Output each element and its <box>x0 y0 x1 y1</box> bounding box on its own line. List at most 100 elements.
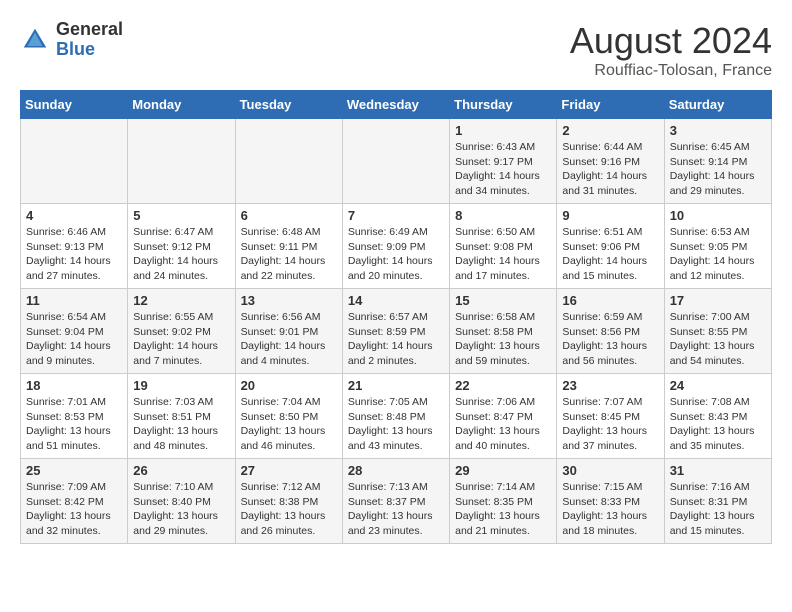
title-section: August 2024 Rouffiac-Tolosan, France <box>570 20 772 80</box>
day-number: 5 <box>133 208 229 223</box>
day-number: 7 <box>348 208 444 223</box>
day-number: 26 <box>133 463 229 478</box>
week-row-2: 4 Sunrise: 6:46 AM Sunset: 9:13 PM Daylig… <box>21 204 772 289</box>
calendar-cell: 10 Sunrise: 6:53 AM Sunset: 9:05 PM Dayli… <box>664 204 771 289</box>
calendar-cell: 16 Sunrise: 6:59 AM Sunset: 8:56 PM Dayli… <box>557 289 664 374</box>
calendar-cell: 3 Sunrise: 6:45 AM Sunset: 9:14 PM Daylig… <box>664 119 771 204</box>
day-info: Sunrise: 7:04 AM Sunset: 8:50 PM Dayligh… <box>241 395 337 454</box>
day-number: 8 <box>455 208 551 223</box>
day-info: Sunrise: 6:50 AM Sunset: 9:08 PM Dayligh… <box>455 225 551 284</box>
day-info: Sunrise: 7:00 AM Sunset: 8:55 PM Dayligh… <box>670 310 766 369</box>
week-row-4: 18 Sunrise: 7:01 AM Sunset: 8:53 PM Dayli… <box>21 374 772 459</box>
day-number: 27 <box>241 463 337 478</box>
day-info: Sunrise: 7:16 AM Sunset: 8:31 PM Dayligh… <box>670 480 766 539</box>
day-info: Sunrise: 6:43 AM Sunset: 9:17 PM Dayligh… <box>455 140 551 199</box>
day-number: 25 <box>26 463 122 478</box>
day-info: Sunrise: 7:01 AM Sunset: 8:53 PM Dayligh… <box>26 395 122 454</box>
day-info: Sunrise: 7:05 AM Sunset: 8:48 PM Dayligh… <box>348 395 444 454</box>
month-title: August 2024 <box>570 20 772 62</box>
calendar-cell: 13Sunrise: 6:56 AM Sunset: 9:01 PM Dayli… <box>235 289 342 374</box>
day-number: 21 <box>348 378 444 393</box>
day-info: Sunrise: 6:59 AM Sunset: 8:56 PM Dayligh… <box>562 310 658 369</box>
calendar-cell: 22 Sunrise: 7:06 AM Sunset: 8:47 PM Dayli… <box>450 374 557 459</box>
day-number: 19 <box>133 378 229 393</box>
day-info: Sunrise: 7:14 AM Sunset: 8:35 PM Dayligh… <box>455 480 551 539</box>
day-info: Sunrise: 6:53 AM Sunset: 9:05 PM Dayligh… <box>670 225 766 284</box>
day-info: Sunrise: 7:08 AM Sunset: 8:43 PM Dayligh… <box>670 395 766 454</box>
day-number: 3 <box>670 123 766 138</box>
header-saturday: Saturday <box>664 91 771 119</box>
day-number: 16 <box>562 293 658 308</box>
page-header: General Blue August 2024 Rouffiac-Tolosa… <box>20 20 772 80</box>
logo-blue: Blue <box>56 40 123 60</box>
calendar-cell: 11 Sunrise: 6:54 AM Sunset: 9:04 PM Dayli… <box>21 289 128 374</box>
day-number: 15 <box>455 293 551 308</box>
day-number: 18 <box>26 378 122 393</box>
day-number: 24 <box>670 378 766 393</box>
day-info: Sunrise: 6:57 AM Sunset: 8:59 PM Dayligh… <box>348 310 444 369</box>
day-info: Sunrise: 7:13 AM Sunset: 8:37 PM Dayligh… <box>348 480 444 539</box>
day-number: 14 <box>348 293 444 308</box>
day-number: 22 <box>455 378 551 393</box>
calendar-table: SundayMondayTuesdayWednesdayThursdayFrid… <box>20 90 772 544</box>
calendar-cell: 29 Sunrise: 7:14 AM Sunset: 8:35 PM Dayli… <box>450 459 557 544</box>
day-info: Sunrise: 6:46 AM Sunset: 9:13 PM Dayligh… <box>26 225 122 284</box>
calendar-cell: 18 Sunrise: 7:01 AM Sunset: 8:53 PM Dayli… <box>21 374 128 459</box>
logo: General Blue <box>20 20 123 60</box>
header-monday: Monday <box>128 91 235 119</box>
calendar-cell <box>342 119 449 204</box>
header-thursday: Thursday <box>450 91 557 119</box>
day-number: 29 <box>455 463 551 478</box>
day-number: 2 <box>562 123 658 138</box>
day-number: 31 <box>670 463 766 478</box>
day-number: 20 <box>241 378 337 393</box>
week-row-3: 11 Sunrise: 6:54 AM Sunset: 9:04 PM Dayli… <box>21 289 772 374</box>
day-info: Sunrise: 6:55 AM Sunset: 9:02 PM Dayligh… <box>133 310 229 369</box>
calendar-cell: 24 Sunrise: 7:08 AM Sunset: 8:43 PM Dayli… <box>664 374 771 459</box>
day-info: Sunrise: 6:44 AM Sunset: 9:16 PM Dayligh… <box>562 140 658 199</box>
calendar-cell: 8 Sunrise: 6:50 AM Sunset: 9:08 PM Daylig… <box>450 204 557 289</box>
header-tuesday: Tuesday <box>235 91 342 119</box>
calendar-cell: 14 Sunrise: 6:57 AM Sunset: 8:59 PM Dayli… <box>342 289 449 374</box>
header-sunday: Sunday <box>21 91 128 119</box>
calendar-cell: 20 Sunrise: 7:04 AM Sunset: 8:50 PM Dayli… <box>235 374 342 459</box>
calendar-cell: 26Sunrise: 7:10 AM Sunset: 8:40 PM Dayli… <box>128 459 235 544</box>
calendar-cell: 19 Sunrise: 7:03 AM Sunset: 8:51 PM Dayli… <box>128 374 235 459</box>
week-row-1: 1 Sunrise: 6:43 AM Sunset: 9:17 PM Daylig… <box>21 119 772 204</box>
location: Rouffiac-Tolosan, France <box>570 62 772 80</box>
header-friday: Friday <box>557 91 664 119</box>
calendar-cell: 17 Sunrise: 7:00 AM Sunset: 8:55 PM Dayli… <box>664 289 771 374</box>
day-info: Sunrise: 6:56 AM Sunset: 9:01 PM Dayligh… <box>241 310 337 369</box>
day-info: Sunrise: 7:06 AM Sunset: 8:47 PM Dayligh… <box>455 395 551 454</box>
day-info: Sunrise: 7:07 AM Sunset: 8:45 PM Dayligh… <box>562 395 658 454</box>
day-info: Sunrise: 6:45 AM Sunset: 9:14 PM Dayligh… <box>670 140 766 199</box>
logo-text: General Blue <box>56 20 123 60</box>
day-number: 11 <box>26 293 122 308</box>
calendar-cell: 1 Sunrise: 6:43 AM Sunset: 9:17 PM Daylig… <box>450 119 557 204</box>
day-number: 10 <box>670 208 766 223</box>
week-row-5: 25 Sunrise: 7:09 AM Sunset: 8:42 PM Dayli… <box>21 459 772 544</box>
calendar-cell: 12Sunrise: 6:55 AM Sunset: 9:02 PM Dayli… <box>128 289 235 374</box>
day-info: Sunrise: 6:48 AM Sunset: 9:11 PM Dayligh… <box>241 225 337 284</box>
day-info: Sunrise: 7:03 AM Sunset: 8:51 PM Dayligh… <box>133 395 229 454</box>
day-info: Sunrise: 7:15 AM Sunset: 8:33 PM Dayligh… <box>562 480 658 539</box>
day-info: Sunrise: 6:47 AM Sunset: 9:12 PM Dayligh… <box>133 225 229 284</box>
calendar-cell: 9Sunrise: 6:51 AM Sunset: 9:06 PM Daylig… <box>557 204 664 289</box>
day-number: 17 <box>670 293 766 308</box>
day-number: 1 <box>455 123 551 138</box>
day-number: 23 <box>562 378 658 393</box>
logo-icon <box>20 25 50 55</box>
day-info: Sunrise: 6:54 AM Sunset: 9:04 PM Dayligh… <box>26 310 122 369</box>
logo-general: General <box>56 20 123 40</box>
calendar-cell: 21 Sunrise: 7:05 AM Sunset: 8:48 PM Dayli… <box>342 374 449 459</box>
calendar-cell: 6 Sunrise: 6:48 AM Sunset: 9:11 PM Daylig… <box>235 204 342 289</box>
day-number: 6 <box>241 208 337 223</box>
day-number: 9 <box>562 208 658 223</box>
day-info: Sunrise: 6:58 AM Sunset: 8:58 PM Dayligh… <box>455 310 551 369</box>
day-number: 30 <box>562 463 658 478</box>
day-info: Sunrise: 7:09 AM Sunset: 8:42 PM Dayligh… <box>26 480 122 539</box>
calendar-cell: 28Sunrise: 7:13 AM Sunset: 8:37 PM Dayli… <box>342 459 449 544</box>
day-number: 4 <box>26 208 122 223</box>
calendar-cell: 4 Sunrise: 6:46 AM Sunset: 9:13 PM Daylig… <box>21 204 128 289</box>
calendar-cell <box>235 119 342 204</box>
